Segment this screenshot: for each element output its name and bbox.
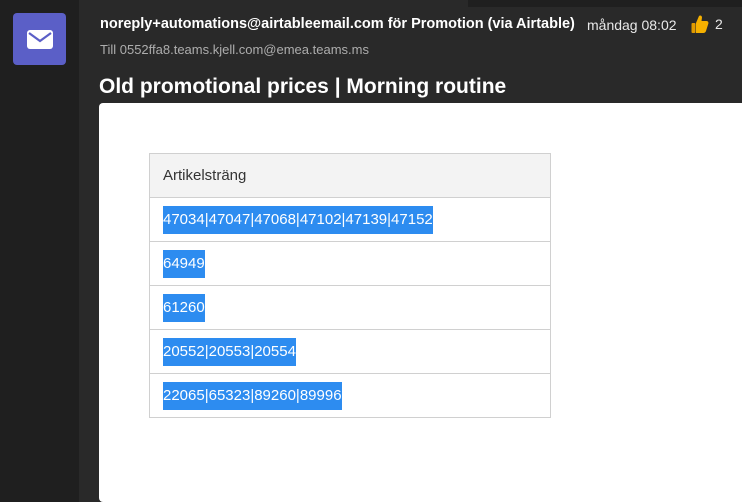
table-cell: 20552|20553|20554 (149, 329, 551, 374)
mail-icon (26, 29, 53, 49)
cell-text[interactable]: 22065|65323|89260|89996 (163, 381, 342, 410)
cell-text[interactable]: 20552|20553|20554 (163, 337, 296, 366)
table-row: 47034|47047|47068|47102|47139|47152 (149, 197, 551, 242)
message-time: måndag 08:02 (587, 17, 677, 33)
left-rail (0, 0, 79, 502)
table-cell: 64949 (149, 241, 551, 286)
top-edge (468, 0, 742, 7)
reaction-count: 2 (715, 16, 723, 32)
table-row: 61260 (149, 285, 551, 330)
cell-text[interactable]: 64949 (163, 249, 205, 278)
data-table: Artikelsträng 47034|47047|47068|47102|47… (149, 153, 551, 418)
sender-avatar[interactable] (13, 13, 66, 65)
column-header: Artikelsträng (149, 153, 551, 198)
table-row: 20552|20553|20554 (149, 329, 551, 374)
recipient-line: Till 0552ffa8.teams.kjell.com@emea.teams… (100, 42, 369, 57)
table-cell: 47034|47047|47068|47102|47139|47152 (149, 197, 551, 242)
thumbs-up-icon (691, 15, 709, 33)
message-body: Artikelsträng 47034|47047|47068|47102|47… (99, 103, 742, 502)
cell-text[interactable]: 61260 (163, 293, 205, 322)
reaction-button[interactable]: 2 (691, 14, 723, 34)
table-row: 22065|65323|89260|89996 (149, 373, 551, 418)
table-header-row: Artikelsträng (149, 153, 551, 198)
table-cell: 61260 (149, 285, 551, 330)
message-subject: Old promotional prices | Morning routine (99, 75, 507, 98)
cell-text[interactable]: 47034|47047|47068|47102|47139|47152 (163, 205, 433, 234)
table-row: 64949 (149, 241, 551, 286)
sender-name[interactable]: noreply+automations@airtableemail.com fö… (100, 16, 575, 32)
table-cell: 22065|65323|89260|89996 (149, 373, 551, 418)
